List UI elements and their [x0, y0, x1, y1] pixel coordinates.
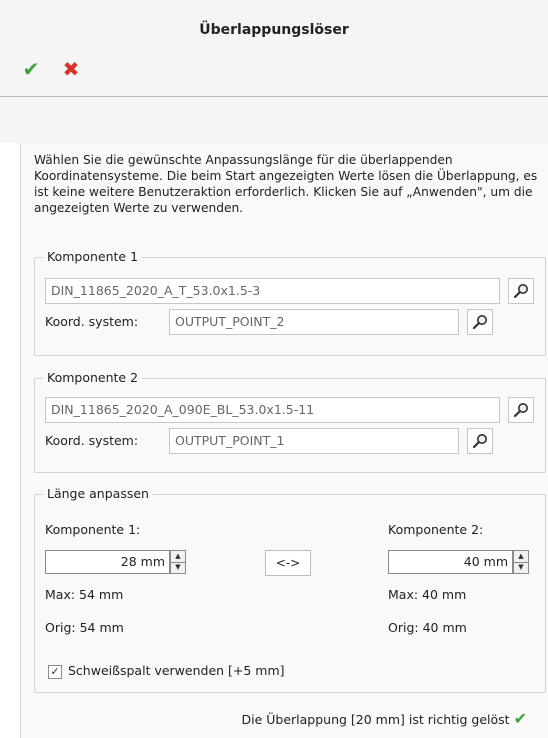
- magnifier-icon: [472, 315, 487, 330]
- check-icon: ✔: [513, 709, 527, 728]
- komponente1-group: Komponente 1 DIN_11865_2020_A_T_53.0x1.5…: [34, 249, 546, 356]
- spin-down-icon[interactable]: ▼: [171, 562, 185, 573]
- komponente2-length-label: Komponente 2:: [388, 522, 484, 537]
- komponente2-length-input[interactable]: 40 mm: [388, 550, 513, 574]
- magnifier-icon: [513, 403, 528, 418]
- description-text: Wählen Sie die gewünschte Anpassungsläng…: [34, 153, 538, 215]
- spin-down-icon[interactable]: ▼: [514, 562, 528, 573]
- laenge-legend: Länge anpassen: [43, 486, 153, 501]
- komponente2-coord-label: Koord. system:: [45, 433, 139, 448]
- komponente2-search-button[interactable]: [508, 397, 534, 423]
- komponente1-coord-field[interactable]: OUTPUT_POINT_2: [169, 309, 459, 335]
- komponente1-max-label: Max: 54 mm: [45, 587, 124, 602]
- komponente1-coord-search-button[interactable]: [467, 309, 493, 335]
- check-icon: ✔: [22, 57, 40, 81]
- komponente1-name-field[interactable]: DIN_11865_2020_A_T_53.0x1.5-3: [45, 278, 500, 304]
- checkmark-icon: ✓: [50, 665, 60, 678]
- status-text: Die Überlappung [20 mm] ist richtig gelö…: [241, 712, 510, 727]
- komponente2-coord-search-button[interactable]: [467, 428, 493, 454]
- weld-gap-checkbox[interactable]: ✓: [48, 665, 62, 679]
- komponente1-coord-label: Koord. system:: [45, 314, 139, 329]
- swap-button[interactable]: <->: [265, 550, 311, 576]
- status-message: Die Überlappung [20 mm] ist richtig gelö…: [241, 709, 527, 728]
- komponente1-length-label: Komponente 1:: [45, 522, 141, 537]
- magnifier-icon: [513, 284, 528, 299]
- komponente1-legend: Komponente 1: [43, 249, 143, 264]
- komponente2-name-field[interactable]: DIN_11865_2020_A_090E_BL_53.0x1.5-11: [45, 397, 500, 423]
- komponente1-length-input[interactable]: 28 mm: [45, 550, 170, 574]
- dialog-panel: Wählen Sie die gewünschte Anpassungsläng…: [20, 143, 548, 738]
- weld-gap-label: Schweißspalt verwenden [+5 mm]: [68, 663, 285, 678]
- komponente1-orig-label: Orig: 54 mm: [45, 620, 124, 635]
- komponente2-length-stepper[interactable]: ▲ ▼: [513, 550, 529, 574]
- komponente2-group: Komponente 2 DIN_11865_2020_A_090E_BL_53…: [34, 370, 546, 473]
- komponente1-search-button[interactable]: [508, 278, 534, 304]
- komponente2-orig-label: Orig: 40 mm: [388, 620, 467, 635]
- close-icon: ✖: [62, 57, 80, 81]
- komponente2-max-label: Max: 40 mm: [388, 587, 467, 602]
- cancel-button[interactable]: ✖: [60, 58, 82, 80]
- laenge-group: Länge anpassen Komponente 1: 28 mm ▲ ▼ M…: [34, 486, 546, 693]
- header-band: [0, 97, 548, 143]
- komponente1-length-stepper[interactable]: ▲ ▼: [170, 550, 186, 574]
- komponente2-coord-field[interactable]: OUTPUT_POINT_1: [169, 428, 459, 454]
- ok-button[interactable]: ✔: [20, 58, 42, 80]
- komponente2-legend: Komponente 2: [43, 370, 143, 385]
- dialog-header: Überlappungslöser ✔ ✖: [0, 0, 548, 97]
- dialog-title: Überlappungslöser: [199, 22, 349, 38]
- magnifier-icon: [472, 434, 487, 449]
